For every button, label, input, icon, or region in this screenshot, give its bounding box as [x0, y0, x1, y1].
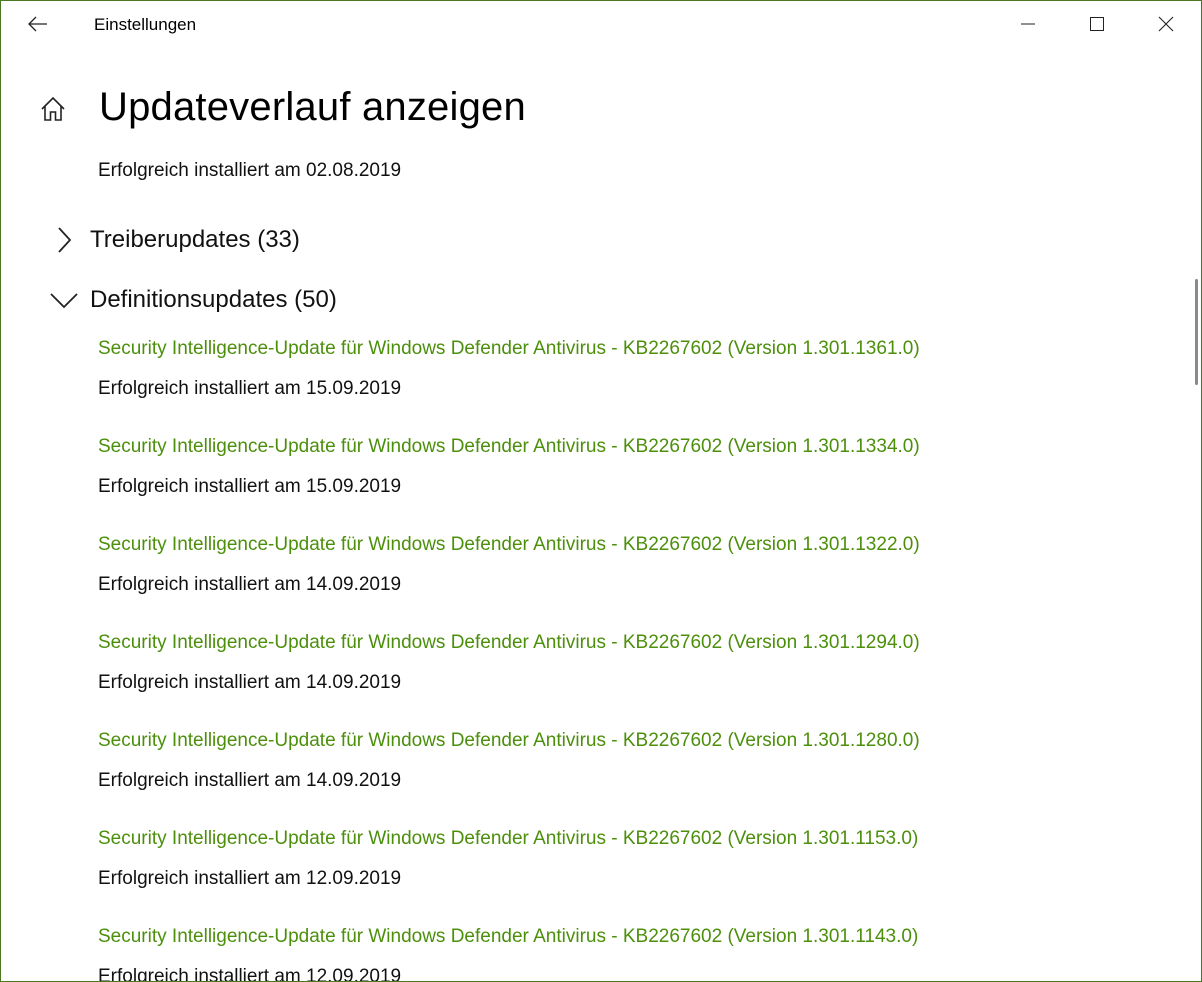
list-item: Security Intelligence-Update für Windows… — [98, 432, 1158, 530]
definition-updates-list: Security Intelligence-Update für Windows… — [98, 334, 1158, 982]
update-link[interactable]: Security Intelligence-Update für Windows… — [98, 432, 920, 462]
previous-item-status: Erfolgreich installiert am 02.08.2019 — [98, 160, 402, 181]
update-status: Erfolgreich installiert am 12.09.2019 — [98, 966, 402, 982]
category-definitionsupdates[interactable]: Definitionsupdates (50) — [45, 280, 337, 320]
minimize-icon — [1020, 16, 1036, 37]
home-icon — [39, 95, 67, 128]
close-button[interactable] — [1131, 1, 1200, 51]
update-status: Erfolgreich installiert am 12.09.2019 — [98, 868, 402, 889]
list-item: Security Intelligence-Update für Windows… — [98, 726, 1158, 824]
app-title: Einstellungen — [94, 15, 197, 34]
list-item: Security Intelligence-Update für Windows… — [98, 628, 1158, 726]
category-label: Treiberupdates (33) — [90, 226, 300, 253]
update-status: Erfolgreich installiert am 14.09.2019 — [98, 770, 402, 791]
list-item: Security Intelligence-Update für Windows… — [98, 922, 1158, 982]
home-button[interactable] — [31, 89, 75, 133]
chevron-down-icon — [45, 281, 83, 319]
close-icon — [1158, 16, 1174, 37]
update-status: Erfolgreich installiert am 14.09.2019 — [98, 672, 402, 693]
category-label: Definitionsupdates (50) — [90, 286, 337, 313]
settings-window: Einstellungen Updateverlauf anzeigen Erf… — [0, 0, 1202, 982]
maximize-button[interactable] — [1062, 1, 1131, 51]
update-status: Erfolgreich installiert am 14.09.2019 — [98, 574, 402, 595]
list-item: Security Intelligence-Update für Windows… — [98, 530, 1158, 628]
category-treiberupdates[interactable]: Treiberupdates (33) — [45, 220, 300, 260]
page-title: Updateverlauf anzeigen — [99, 85, 526, 129]
update-status: Erfolgreich installiert am 15.09.2019 — [98, 378, 402, 399]
scrollbar-thumb[interactable] — [1195, 279, 1198, 385]
update-link[interactable]: Security Intelligence-Update für Windows… — [98, 530, 920, 560]
maximize-icon — [1089, 16, 1105, 37]
minimize-button[interactable] — [993, 1, 1062, 51]
list-item: Security Intelligence-Update für Windows… — [98, 824, 1158, 922]
back-button[interactable] — [15, 5, 61, 47]
update-link[interactable]: Security Intelligence-Update für Windows… — [98, 334, 920, 364]
update-link[interactable]: Security Intelligence-Update für Windows… — [98, 726, 920, 756]
list-item: Security Intelligence-Update für Windows… — [98, 334, 1158, 432]
chevron-right-icon — [45, 221, 83, 259]
back-arrow-icon — [28, 16, 48, 37]
update-link[interactable]: Security Intelligence-Update für Windows… — [98, 628, 920, 658]
update-status: Erfolgreich installiert am 15.09.2019 — [98, 476, 402, 497]
update-link[interactable]: Security Intelligence-Update für Windows… — [98, 824, 918, 854]
update-link[interactable]: Security Intelligence-Update für Windows… — [98, 922, 918, 952]
title-bar: Einstellungen — [1, 1, 1201, 51]
